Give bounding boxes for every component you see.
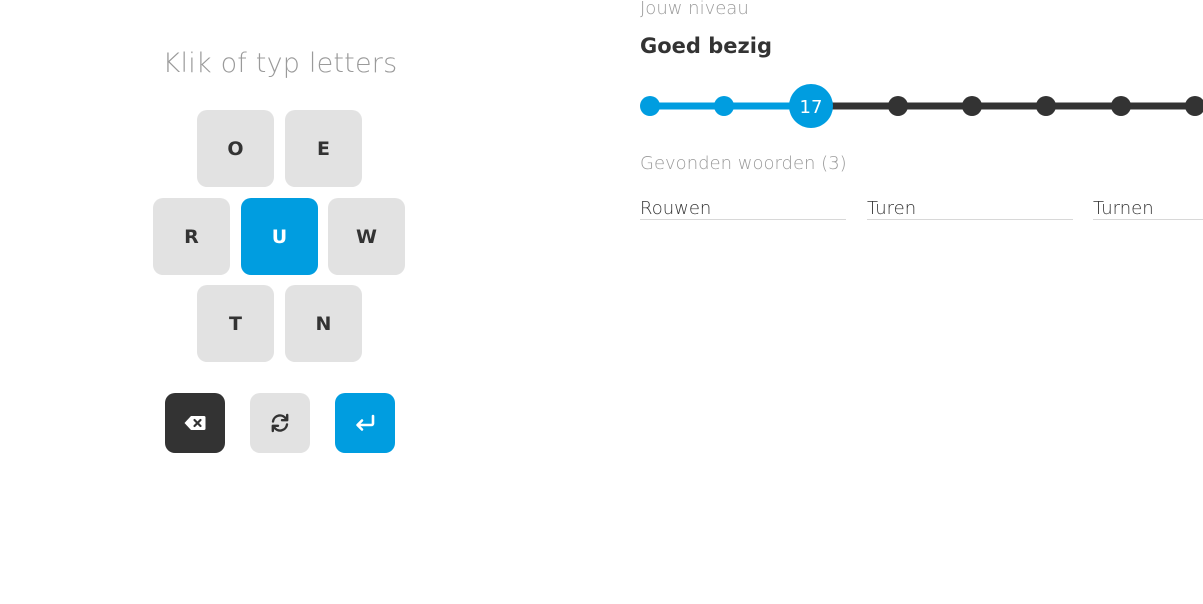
- letter-tile-top-right[interactable]: E: [285, 110, 362, 187]
- progress-step-1: [640, 96, 660, 116]
- shuffle-button[interactable]: [250, 393, 310, 453]
- progress-step-4: [888, 96, 908, 116]
- game-page: Klik of typ letters O E R U W T N Jouw n…: [0, 0, 1203, 604]
- letter-tile-bottom-left[interactable]: T: [197, 285, 274, 362]
- found-words-list: Rouwen Turen Turnen: [640, 197, 1203, 223]
- found-word-item: Turen: [867, 197, 1073, 220]
- level-progress-track: 17: [640, 84, 1203, 128]
- progress-step-6: [1036, 96, 1056, 116]
- letter-tile-bottom-right[interactable]: N: [285, 285, 362, 362]
- delete-button[interactable]: [165, 393, 225, 453]
- level-name: Goed bezig: [640, 34, 772, 58]
- found-word-item: Turnen: [1093, 197, 1203, 220]
- letter-tile-center[interactable]: U: [241, 198, 318, 275]
- shuffle-icon: [271, 413, 289, 433]
- progress-step-2: [714, 96, 734, 116]
- found-words-label: Gevonden woorden (3): [640, 153, 847, 174]
- letter-tile-mid-left[interactable]: R: [153, 198, 230, 275]
- progress-step-8: [1185, 96, 1203, 116]
- progress-step-5: [962, 96, 982, 116]
- enter-icon: [356, 414, 375, 431]
- board-prompt: Klik of typ letters: [162, 48, 398, 79]
- letter-tile-top-left[interactable]: O: [197, 110, 274, 187]
- found-word-item: Rouwen: [640, 197, 846, 220]
- enter-button[interactable]: [335, 393, 395, 453]
- letter-tile-mid-right[interactable]: W: [328, 198, 405, 275]
- progress-current-value: 17: [800, 97, 823, 118]
- level-label: Jouw niveau: [640, 0, 749, 19]
- progress-step-7: [1111, 96, 1131, 116]
- backspace-icon: [184, 416, 206, 430]
